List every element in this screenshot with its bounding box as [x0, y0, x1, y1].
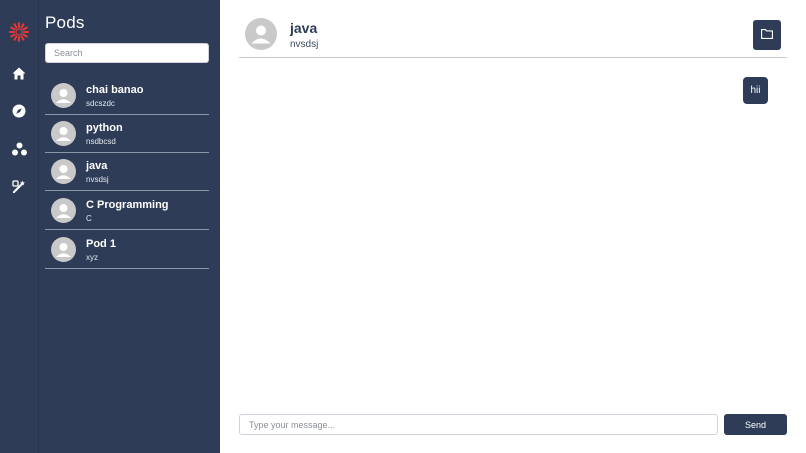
avatar [51, 159, 76, 184]
pod-name: chai banao [86, 84, 144, 96]
pod-subtitle: xyz [86, 253, 98, 262]
search-input[interactable] [45, 43, 209, 63]
pod-name: java [86, 160, 108, 172]
chat-subtitle: nvsdsj [290, 39, 319, 50]
avatar [51, 83, 76, 108]
pod-item-chai-banao[interactable]: chai banao sdcszdc [45, 77, 209, 115]
pod-subtitle: nvsdsj [86, 175, 109, 184]
pod-item-python[interactable]: python nsdbcsd [45, 115, 209, 153]
sidebar-title: Pods [45, 13, 85, 32]
pod-name: C Programming [86, 199, 169, 211]
chat-title: java [290, 20, 318, 36]
pod-item-c-programming[interactable]: C Programming C [45, 192, 209, 230]
tools-icon[interactable] [0, 175, 38, 199]
avatar [51, 237, 76, 262]
chat-header: java nvsdsj [239, 10, 787, 58]
send-button[interactable]: Send [724, 414, 787, 435]
compass-icon[interactable] [0, 99, 38, 123]
pods-sidebar: Pods chai banao sdcszdc python nsdbcsd j… [38, 0, 220, 453]
pod-subtitle: nsdbcsd [86, 137, 116, 146]
pod-item-java[interactable]: java nvsdsj [45, 153, 209, 191]
avatar [245, 18, 277, 50]
pod-subtitle: sdcszdc [86, 99, 115, 108]
pods-icon[interactable] [0, 137, 38, 161]
pod-name: Pod 1 [86, 238, 116, 250]
logo-icon[interactable] [0, 20, 38, 44]
folder-button[interactable] [753, 20, 781, 50]
pod-subtitle: C [86, 214, 92, 223]
pod-name: python [86, 122, 123, 134]
message-input[interactable] [239, 414, 718, 435]
icon-rail [0, 0, 38, 453]
avatar [51, 121, 76, 146]
avatar [51, 198, 76, 223]
message-bubble: hii [743, 77, 768, 104]
pod-item-pod-1[interactable]: Pod 1 xyz [45, 231, 209, 269]
folder-icon [761, 26, 773, 44]
home-icon[interactable] [0, 61, 38, 85]
